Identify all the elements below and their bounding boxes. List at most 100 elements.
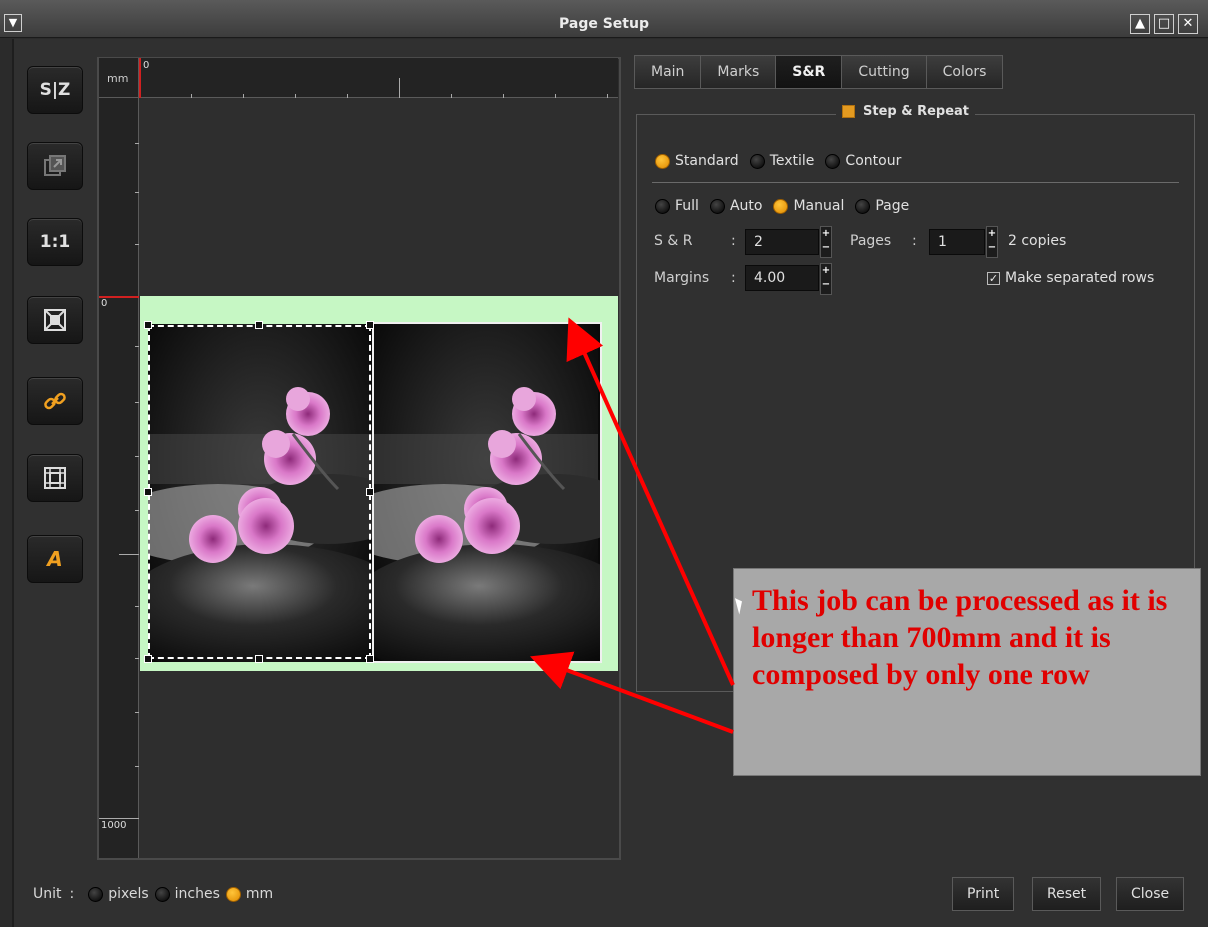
radio-icon: [655, 198, 670, 214]
link-tool-button[interactable]: [27, 377, 83, 425]
reset-button[interactable]: Reset: [1032, 877, 1102, 911]
tab-main[interactable]: Main: [634, 55, 702, 89]
title-bar: ▼ Page Setup ▲ □ ✕: [0, 0, 1208, 38]
tab-cutting[interactable]: Cutting: [841, 55, 927, 89]
radio-icon: [154, 886, 170, 902]
text-icon: A: [47, 547, 63, 571]
radio-icon: [825, 153, 841, 169]
copies-text: 2 copies: [1008, 233, 1067, 249]
radio-selected-icon: [225, 886, 241, 902]
margins-stepper[interactable]: + −: [820, 263, 832, 295]
link-icon: [44, 392, 66, 410]
actual-size-icon: 1:1: [39, 232, 71, 252]
step-repeat-title: Step & Repeat: [863, 104, 970, 119]
shade-icon[interactable]: ▲: [1130, 14, 1150, 34]
ruler-corner: mm: [99, 58, 139, 98]
text-tool-button[interactable]: A: [27, 535, 83, 583]
fill-full-radio[interactable]: Full: [655, 198, 699, 214]
fill-page-label: Page: [875, 198, 910, 214]
radio-selected-icon: [655, 153, 670, 169]
export-tool-button[interactable]: [27, 142, 83, 190]
separate-rows-option[interactable]: ✓ Make separated rows: [987, 270, 1154, 286]
fill-auto-label: Auto: [729, 198, 763, 214]
pages-colon: :: [912, 233, 917, 249]
unit-colon: :: [69, 886, 75, 902]
unit-selector: Unit : pixels inches mm: [33, 886, 273, 902]
unit-inches-radio[interactable]: inches: [154, 886, 220, 902]
unit-mm-radio[interactable]: mm: [225, 886, 274, 902]
unit-label: Unit: [33, 886, 62, 902]
resize-handle[interactable]: [366, 321, 374, 329]
mode-standard-label: Standard: [675, 153, 739, 169]
mode-radio-group: Standard Textile Contour: [655, 153, 907, 169]
fill-auto-radio[interactable]: Auto: [709, 198, 763, 214]
tab-colors[interactable]: Colors: [925, 55, 1004, 89]
sr-stepper[interactable]: + −: [820, 226, 832, 258]
unit-inches-label: inches: [174, 886, 220, 902]
unit-mm-label: mm: [245, 886, 274, 902]
resize-handle[interactable]: [366, 655, 374, 663]
pages-label: Pages: [850, 233, 892, 249]
unit-pixels-label: pixels: [108, 886, 149, 902]
sr-input[interactable]: 2: [745, 229, 819, 255]
sr-colon: :: [731, 233, 736, 249]
fill-manual-radio[interactable]: Manual: [773, 198, 844, 214]
tab-bar: Main Marks S&R Cutting Colors: [634, 55, 1004, 89]
step-repeat-checkbox[interactable]: [842, 105, 855, 118]
mode-textile-radio[interactable]: Textile: [749, 153, 814, 169]
left-ruler-max: 1000: [101, 820, 127, 831]
pages-stepper[interactable]: + −: [986, 226, 998, 258]
tab-marks[interactable]: Marks: [700, 55, 777, 89]
fill-full-label: Full: [675, 198, 699, 214]
pages-input[interactable]: 1: [929, 229, 985, 255]
image-copy-2[interactable]: [372, 324, 600, 662]
mode-standard-radio[interactable]: Standard: [655, 153, 739, 169]
actual-size-tool-button[interactable]: 1:1: [27, 218, 83, 266]
ruler-unit-label: mm: [107, 72, 129, 85]
horizontal-ruler: 0: [139, 58, 618, 98]
unit-pixels-radio[interactable]: pixels: [88, 886, 149, 902]
mode-contour-label: Contour: [845, 153, 902, 169]
radio-icon: [709, 198, 725, 214]
resize-handle[interactable]: [144, 655, 152, 663]
radio-icon: [88, 886, 104, 902]
resize-handle[interactable]: [255, 655, 263, 663]
separate-rows-label: Make separated rows: [1005, 270, 1155, 286]
divider: [652, 182, 1179, 183]
close-button[interactable]: Close: [1116, 877, 1185, 911]
step-repeat-toggle[interactable]: Step & Repeat: [836, 104, 976, 119]
mode-contour-radio[interactable]: Contour: [825, 153, 901, 169]
print-button[interactable]: Print: [952, 877, 1015, 911]
resize-handle[interactable]: [255, 321, 263, 329]
resize-handle[interactable]: [144, 321, 152, 329]
fill-manual-label: Manual: [793, 198, 845, 214]
crop-marks-icon: [44, 467, 66, 489]
margins-colon: :: [731, 270, 736, 286]
export-icon: [44, 155, 66, 176]
fill-page-radio[interactable]: Page: [855, 198, 909, 214]
flower-image: [372, 324, 600, 662]
separate-rows-checkbox[interactable]: ✓: [987, 271, 1000, 285]
left-ruler-zero: 0: [101, 298, 108, 309]
vertical-ruler: 0 1000: [99, 98, 139, 858]
margins-label: Margins: [654, 270, 710, 286]
top-ruler-zero: 0: [143, 60, 150, 71]
sr-label: S & R: [654, 233, 693, 249]
resize-handle[interactable]: [366, 488, 374, 496]
annotation-text: This job can be processed as it is longe…: [752, 584, 1168, 691]
margins-input[interactable]: 4.00: [745, 265, 819, 291]
crop-tool-button[interactable]: [27, 454, 83, 502]
maximize-icon[interactable]: □: [1154, 14, 1174, 34]
close-window-icon[interactable]: ✕: [1178, 14, 1198, 34]
fill-radio-group: Full Auto Manual Page: [655, 198, 915, 214]
tab-s-and-r[interactable]: S&R: [775, 55, 843, 89]
mirror-tool-button[interactable]: S|Z: [27, 66, 83, 114]
fit-page-icon: [44, 309, 66, 331]
radio-selected-icon: [773, 198, 789, 214]
radio-icon: [749, 153, 765, 169]
fit-tool-button[interactable]: [27, 296, 83, 344]
selection-frame[interactable]: [148, 325, 371, 659]
resize-handle[interactable]: [144, 488, 152, 496]
window-title: Page Setup: [559, 16, 649, 32]
radio-icon: [855, 198, 871, 214]
